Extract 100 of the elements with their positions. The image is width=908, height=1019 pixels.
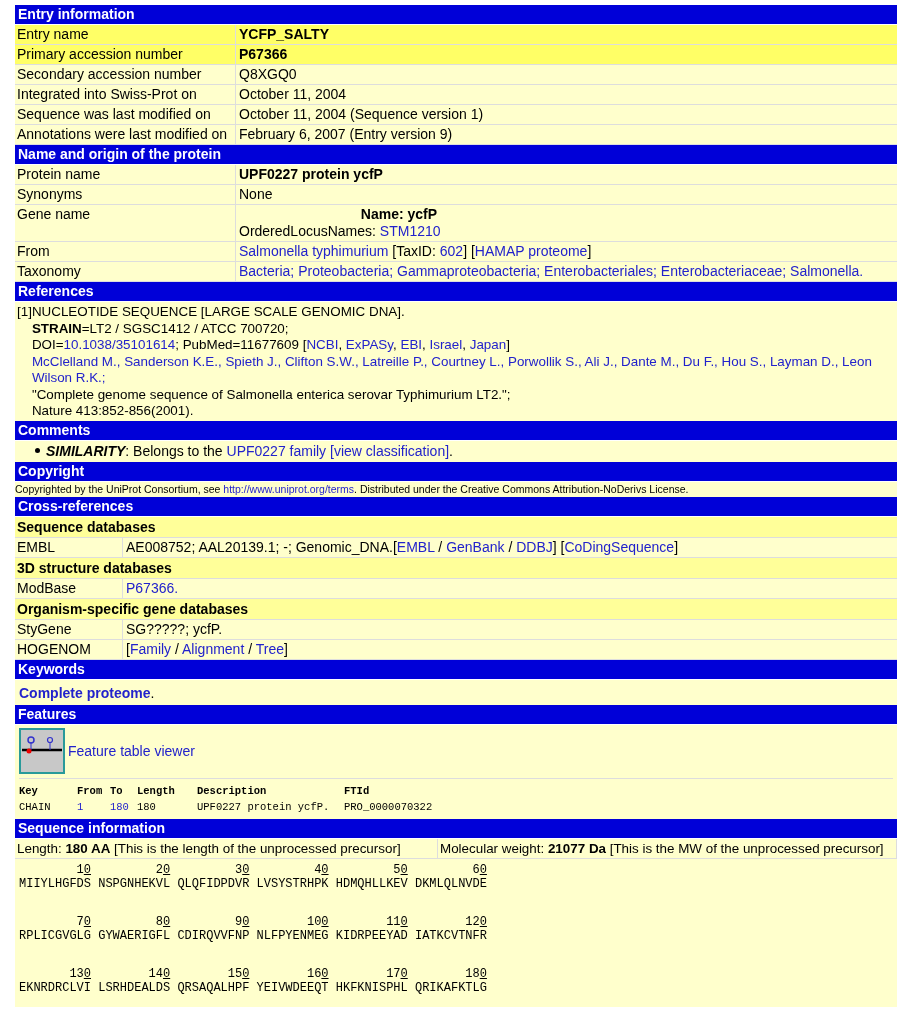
reference-text: NUCLEOTIDE SEQUENCE [LARGE SCALE GENOMIC DNA].: [31, 304, 406, 321]
section-header: Sequence information: [15, 818, 897, 839]
link[interactable]: P67366.: [126, 579, 179, 596]
field-label: Protein name: [15, 165, 236, 184]
link[interactable]: HAMAP proteome: [474, 243, 588, 259]
position-number: 40: [314, 862, 329, 877]
weight-info: Molecular weight: 21077 Da [This is the MW of the unprocessed precursor]: [438, 838, 897, 858]
link[interactable]: Family: [129, 640, 172, 657]
field-value: February 6, 2007 (Entry version 9): [238, 125, 454, 144]
field-value: Name: ycfP OrderedLocusNames: STM1210: [238, 205, 442, 241]
sequence-text: NSPGNHEKVL: [98, 876, 171, 891]
bullet-icon: [35, 448, 40, 453]
position-number: 50: [393, 862, 408, 877]
sequence-text: IATKCVTNFR: [414, 928, 487, 943]
sequence-text: KIDRPEEYAD: [335, 928, 408, 943]
field-label: Synonyms: [15, 185, 236, 204]
link[interactable]: Gammaproteobacteria;: [397, 263, 541, 279]
field-label: Primary accession number: [15, 45, 236, 64]
section-header: Features: [15, 704, 897, 725]
field-value: AE008752; AAL20139.1; -; Genomic_DNA.[EMBL / GenBank / DDBJ] [CoDingSequence]: [125, 537, 680, 557]
field-label: Annotations were last modified on: [15, 125, 236, 144]
link[interactable]: Proteobacteria;: [298, 263, 394, 279]
field-value: [Family / Alignment / Tree]: [125, 639, 289, 659]
column-header: From: [77, 783, 104, 799]
sequence-text: MIIYLHGFDS: [19, 876, 91, 891]
table-cell-text: 180: [137, 799, 157, 815]
section-header: Entry information: [15, 5, 897, 25]
position-number: 80: [155, 914, 171, 929]
field-label: HOGENOM: [15, 639, 123, 659]
field-value: UPF0227 protein ycfP: [238, 165, 384, 184]
reference-text: DOI=10.1038/35101614; PubMed=11677609 [NCBI, ExPASy, EBI, Israel, Japan]: [31, 337, 511, 354]
column-header: Description: [197, 783, 268, 799]
position-number: 130: [69, 966, 91, 981]
position-number: 30: [234, 862, 250, 877]
position-number: 90: [234, 914, 250, 929]
link[interactable]: Alignment: [182, 640, 245, 657]
link[interactable]: Wilson R.K.;: [31, 370, 106, 385]
column-header: Key: [19, 783, 39, 799]
position-number: 10: [76, 862, 91, 877]
section-header: Comments: [15, 420, 897, 441]
position-number: 140: [148, 966, 171, 981]
sequence-text: QRIKAFKTLG: [414, 980, 487, 995]
link[interactable]: Salmonella typhimurium: [239, 243, 389, 259]
reference-number: [1]: [17, 304, 32, 321]
link[interactable]: EBI: [400, 337, 423, 352]
table-cell-text: UPF0227 protein ycfP.: [197, 799, 331, 815]
sequence-text: GYWAERIGFL: [98, 928, 171, 943]
reference-text: STRAIN=LT2 / SGSC1412 / ATCC 700720;: [31, 320, 290, 337]
link[interactable]: McClelland M., Sanderson K.E., Spieth J., Clifton S.W., Latreille P., Courtney L., Porwollik S., Ali J., Dante M., Du F., Hou S., Layman D., Leon: [31, 353, 872, 369]
link[interactable]: 180: [110, 798, 137, 815]
field-label: ModBase: [15, 578, 123, 598]
field-value: Q8XGQ0: [238, 65, 298, 84]
sequence-text: DKMLQLNVDE: [414, 876, 487, 891]
link[interactable]: Bacteria;: [239, 263, 295, 279]
sequence-text: HDMQHLLKEV: [335, 876, 408, 891]
field-label: Gene name: [15, 205, 236, 241]
field-value: P67366: [238, 45, 289, 64]
position-number: 100: [306, 914, 329, 929]
link[interactable]: GenBank: [446, 538, 505, 555]
link[interactable]: Salmonella.: [790, 263, 864, 279]
field-value: SG?????; ycfP.: [125, 619, 224, 639]
link[interactable]: STM1210: [379, 223, 441, 239]
position-number: 160: [306, 966, 329, 981]
sequence-text: QRSAQALHPF: [177, 980, 250, 995]
section-header: Copyright: [15, 461, 897, 482]
database-group-title: Organism-specific gene databases: [15, 598, 897, 620]
sequence-text: YEIVWDEEQT: [256, 980, 329, 995]
field-value: Salmonella typhimurium [TaxID: 602] [HAMAP proteome]: [238, 242, 593, 261]
link[interactable]: Enterobacteriales;: [544, 263, 657, 279]
position-number: 60: [472, 862, 487, 877]
sequence-text: HKFKNISPHL: [335, 980, 408, 995]
field-label: Taxonomy: [15, 262, 236, 281]
field-label: Entry name: [15, 25, 236, 44]
section-header: Name and origin of the protein: [15, 145, 897, 165]
position-number: 150: [227, 966, 250, 981]
feature-map-icon[interactable]: [19, 727, 65, 774]
link[interactable]: EMBL: [396, 538, 435, 555]
position-number: 70: [76, 914, 91, 929]
field-label: Sequence was last modified on: [15, 105, 236, 124]
link[interactable]: ExPASy: [345, 337, 393, 352]
link[interactable]: [view classification]: [330, 442, 450, 459]
link[interactable]: Tree: [255, 640, 284, 657]
field-label: StyGene: [15, 619, 123, 639]
sequence-text: LVSYSTRHPK: [256, 876, 329, 891]
sequence-text: LSRHDEALDS: [98, 980, 171, 995]
field-label: Secondary accession number: [15, 65, 236, 84]
link[interactable]: Enterobacteriaceae;: [660, 263, 787, 279]
link[interactable]: DDBJ: [516, 538, 553, 555]
position-number: 170: [386, 966, 408, 981]
sequence-text: NLFPYENMEG: [256, 928, 329, 943]
database-group-title: Sequence databases: [15, 516, 897, 538]
link[interactable]: UPF0227 family: [226, 442, 327, 459]
field-value: October 11, 2004: [238, 85, 348, 104]
position-number: 180: [465, 966, 487, 981]
field-label: Integrated into Swiss-Prot on: [15, 85, 236, 104]
sequence-text: QLQFIDPDVR: [177, 876, 250, 891]
table-cell-text: PRO_0000070322: [344, 799, 433, 815]
link[interactable]: Feature table viewer: [68, 742, 195, 759]
link[interactable]: 1: [77, 798, 110, 815]
sequence-text: EKNRDRCLVI: [19, 980, 91, 995]
